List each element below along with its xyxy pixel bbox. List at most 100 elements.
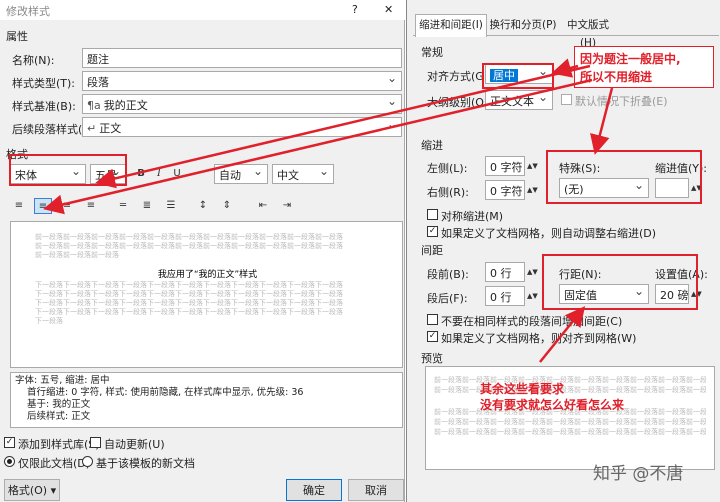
underline-button[interactable]: U — [168, 166, 186, 182]
decrease-indent-icon[interactable]: ⇤ — [254, 198, 272, 214]
preview-line: 前一段落前一段落前一段落前一段落前一段落前一段落前一段落前一段落前一段落前一段落… — [434, 386, 706, 394]
preview-prev-line: 前一段落前一段落前一段落 — [35, 251, 119, 259]
tab-bar: 缩进和间距(I) 换行和分页(P) 中文版式(H) — [413, 14, 719, 49]
mirror-indent-checkbox[interactable] — [427, 209, 438, 220]
space-before-spinner[interactable]: ▲▼ — [527, 264, 538, 280]
add-to-gallery-checkbox[interactable]: ✓ — [4, 437, 15, 448]
style-type-select[interactable]: 段落 — [82, 71, 402, 91]
right-indent-input[interactable]: 0 字符 — [485, 180, 525, 200]
top-annotation-line2: 所以不用缩进 — [580, 70, 653, 84]
ok-button[interactable]: 确定 — [286, 479, 342, 501]
tab-asian-typography[interactable]: 中文版式(H) — [559, 16, 617, 49]
space-after-spinner[interactable]: ▲▼ — [527, 288, 538, 304]
preview-line: 前一段落前一段落前一段落前一段落前一段落前一段落前一段落前一段落前一段落前一段落… — [434, 376, 706, 384]
return-icon: ↵ — [87, 122, 97, 135]
justify-icon[interactable]: ≡ — [82, 198, 100, 214]
italic-button[interactable]: I — [150, 166, 168, 182]
left-indent-label: 左侧(L): — [427, 162, 468, 175]
bottom-annotation-line2: 没有要求就怎么好看怎么来 — [480, 398, 625, 412]
new-docs-label: 基于该模板的新文档 — [96, 457, 195, 470]
right-indent-spinner[interactable]: ▲▼ — [527, 182, 538, 198]
space-after-input[interactable]: 0 行 — [485, 286, 525, 306]
space-after-icon[interactable]: ⇕ — [218, 198, 236, 214]
alignment-highlight-box — [482, 63, 554, 89]
indent-highlight-box — [546, 150, 702, 204]
section-properties: 属性 — [6, 30, 28, 43]
left-indent-input[interactable]: 0 字符 — [485, 156, 525, 176]
help-button[interactable]: ? — [352, 3, 358, 16]
desc-line: 基于: 我的正文 — [27, 399, 91, 410]
dialog-title: 修改样式 — [6, 5, 50, 18]
font-color-select[interactable]: 自动 — [214, 164, 268, 184]
tab-line-page-breaks[interactable]: 换行和分页(P) — [489, 16, 557, 36]
close-button[interactable]: ✕ — [384, 3, 393, 16]
auto-adjust-checkbox[interactable]: ✓ — [427, 226, 438, 237]
spacing-highlight-box — [542, 254, 698, 310]
right-indent-label: 右侧(R): — [427, 186, 469, 199]
space-before-input[interactable]: 0 行 — [485, 262, 525, 282]
collapse-label: 默认情况下折叠(E) — [575, 95, 668, 108]
cancel-button[interactable]: 取消 — [348, 479, 404, 501]
align-right-icon[interactable]: ≡ — [58, 198, 76, 214]
desc-line: 首行缩进: 0 字符, 样式: 使用前隐藏, 在样式库中显示, 优先级: 36 — [27, 387, 304, 398]
preview-heading: 预览 — [421, 352, 443, 365]
font-size-highlight-box — [9, 154, 127, 186]
outline-level-label: 大纲级别(O): — [427, 96, 492, 109]
paragraph-preview: 前一段落前一段落前一段落前一段落前一段落前一段落前一段落前一段落前一段落前一段落… — [425, 366, 715, 470]
preview-sample-text: 我应用了“我的正文”样式 — [157, 270, 258, 280]
only-this-doc-label: 仅限此文档(D) — [18, 457, 91, 470]
next-style-value: 正文 — [99, 122, 122, 135]
next-style-select[interactable]: ↵ 正文 — [82, 117, 402, 137]
space-before-label: 段前(B): — [427, 268, 469, 281]
double-spacing-icon[interactable]: ☰ — [162, 198, 180, 214]
general-heading: 常规 — [421, 46, 443, 59]
single-spacing-icon[interactable]: ═ — [114, 198, 132, 214]
desc-line: 后续样式: 正文 — [27, 411, 91, 422]
paragraph-toolbar: ≡ ≡ ≡ ≡ ═ ≣ ☰ ↕ ⇕ ⇤ ⇥ — [8, 196, 308, 216]
no-space-checkbox[interactable] — [427, 314, 438, 325]
auto-update-label: 自动更新(U) — [104, 438, 165, 451]
add-to-gallery-label: 添加到样式库(S) — [18, 438, 100, 451]
increase-indent-icon[interactable]: ⇥ — [278, 198, 296, 214]
name-label: 名称(N): — [12, 54, 55, 67]
tab-indents-spacing[interactable]: 缩进和间距(I) — [415, 14, 487, 37]
name-input[interactable]: 题注 — [82, 48, 402, 68]
style-type-label: 样式类型(T): — [12, 77, 76, 90]
new-docs-radio[interactable] — [82, 456, 93, 467]
mirror-indent-label: 对称缩进(M) — [441, 210, 504, 223]
modify-style-dialog: 修改样式 ? ✕ 属性 名称(N): 题注 样式类型(T): 段落 样式基准(B… — [0, 0, 405, 502]
spacing-heading: 间距 — [421, 244, 443, 257]
snap-grid-checkbox[interactable]: ✓ — [427, 331, 438, 342]
auto-update-checkbox[interactable] — [90, 437, 101, 448]
preview-line: 前一段落前一段落前一段落前一段落前一段落前一段落前一段落前一段落前一段落前一段落… — [434, 428, 706, 436]
format-button[interactable]: 格式(O) ▾ — [4, 479, 60, 501]
auto-adjust-label: 如果定义了文档网格，则自动调整右缩进(D) — [441, 227, 657, 240]
indent-heading: 缩进 — [421, 139, 443, 152]
title-bar: 修改样式 ? ✕ — [0, 0, 405, 20]
top-annotation-line1: 因为题注一般居中, — [580, 52, 681, 66]
no-space-label: 不要在相同样式的段落间增加间距(C) — [441, 315, 623, 328]
align-center-icon[interactable]: ≡ — [34, 198, 52, 214]
space-after-label: 段后(F): — [427, 292, 468, 305]
align-left-icon[interactable]: ≡ — [10, 198, 28, 214]
preview-next-line: 下一段落 — [35, 317, 63, 325]
one-half-spacing-icon[interactable]: ≣ — [138, 198, 156, 214]
snap-grid-label: 如果定义了文档网格，则对齐到网格(W) — [441, 332, 637, 345]
paragraph-style-icon: ¶a — [87, 99, 101, 112]
style-description: 字体: 五号, 缩进: 居中 首行缩进: 0 字符, 样式: 使用前隐藏, 在样… — [10, 372, 403, 428]
watermark: 知乎 @不唐 — [593, 464, 684, 484]
based-on-value: 我的正文 — [103, 99, 148, 112]
outline-level-select[interactable]: 正文文本 — [485, 90, 553, 110]
style-preview: 前一段落前一段落前一段落前一段落前一段落前一段落前一段落前一段落前一段落前一段落… — [10, 221, 403, 368]
bold-button[interactable]: B — [132, 166, 150, 182]
space-before-icon[interactable]: ↕ — [194, 198, 212, 214]
based-on-select[interactable]: ¶a 我的正文 — [82, 94, 402, 114]
only-this-doc-radio[interactable] — [4, 456, 15, 467]
bottom-annotation-line1: 其余这些看要求 — [480, 382, 565, 396]
preview-line: 前一段落前一段落前一段落前一段落前一段落前一段落前一段落前一段落前一段落前一段落… — [434, 418, 706, 426]
language-select[interactable]: 中文 — [272, 164, 334, 184]
left-indent-spinner[interactable]: ▲▼ — [527, 158, 538, 174]
desc-line: 字体: 五号, 缩进: 居中 — [15, 375, 110, 386]
collapse-checkbox[interactable] — [561, 94, 572, 105]
based-on-label: 样式基准(B): — [12, 100, 76, 113]
